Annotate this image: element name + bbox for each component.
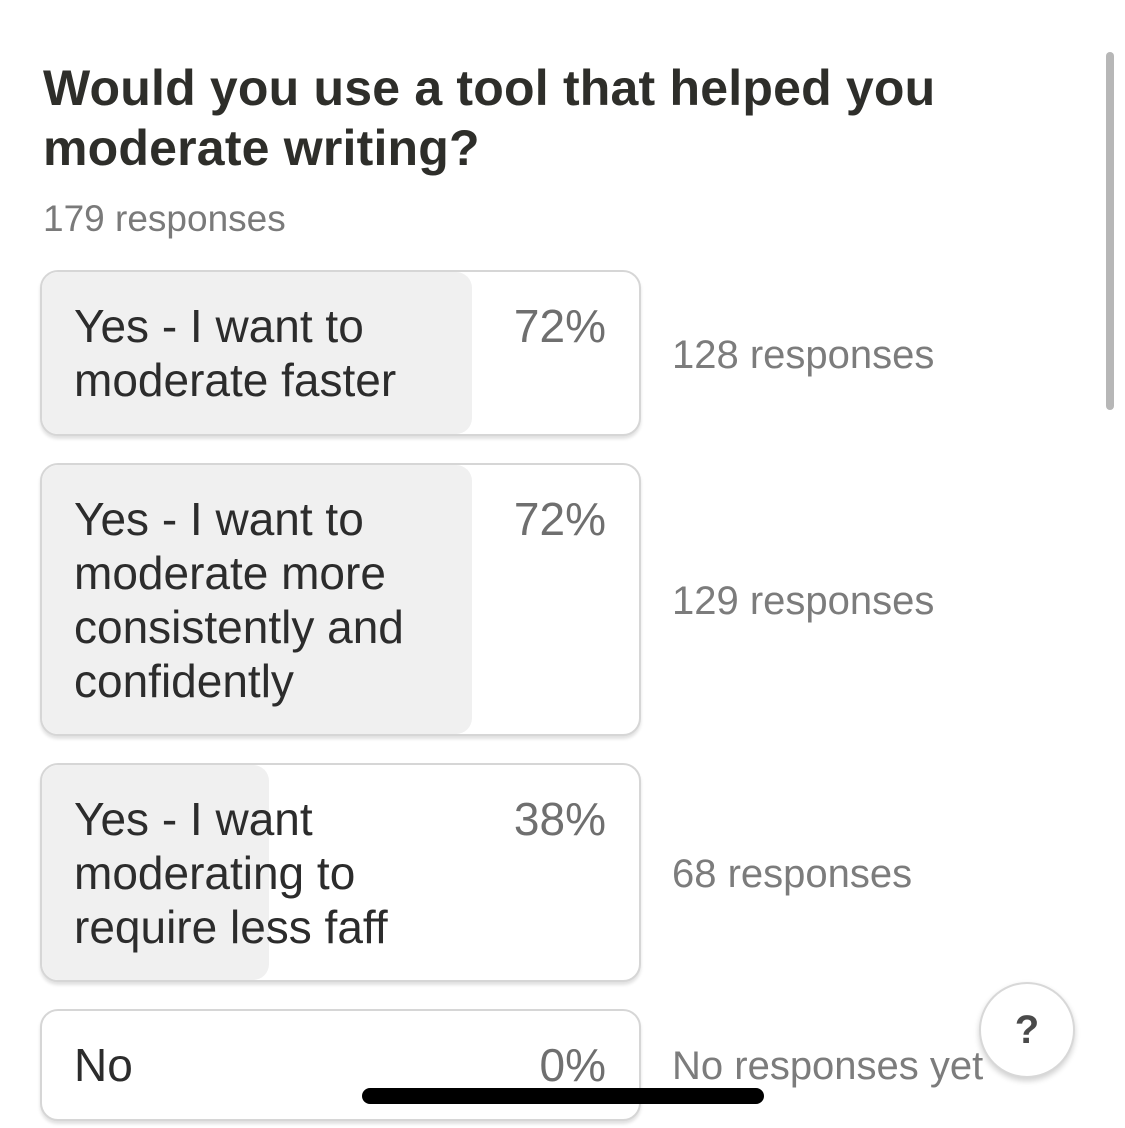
option-response-count: 129 responses — [672, 579, 935, 623]
option-percentage: 72% — [513, 300, 606, 352]
poll-option-card[interactable]: Yes - I want moderating to require less … — [40, 763, 641, 982]
option-label: Yes - I want to moderate more consistent… — [74, 493, 404, 707]
poll-option-card[interactable]: Yes - I want to moderate faster 72% — [40, 270, 641, 436]
total-response-count: 179 responses — [43, 198, 286, 239]
home-indicator[interactable] — [362, 1088, 764, 1104]
option-response-count: 128 responses — [672, 333, 935, 377]
poll-option-card[interactable]: No 0% — [40, 1009, 641, 1121]
option-percentage: 0% — [539, 1039, 606, 1091]
question-mark-icon: ? — [1014, 1008, 1040, 1052]
option-label: Yes - I want moderating to require less … — [74, 793, 388, 953]
option-response-count: 68 responses — [672, 852, 913, 896]
option-label: Yes - I want to moderate faster — [74, 300, 397, 406]
vertical-scrollbar[interactable] — [1106, 52, 1114, 410]
option-label: No — [74, 1039, 133, 1091]
poll-results-page: Would you use a tool that helped you mod… — [0, 0, 1125, 1128]
option-percentage: 38% — [513, 793, 606, 845]
help-button[interactable]: ? — [979, 982, 1075, 1078]
poll-option-card[interactable]: Yes - I want to moderate more consistent… — [40, 463, 641, 736]
question-title: Would you use a tool that helped you mod… — [43, 60, 936, 176]
option-response-count: No responses yet — [672, 1044, 984, 1088]
option-percentage: 72% — [513, 493, 606, 545]
